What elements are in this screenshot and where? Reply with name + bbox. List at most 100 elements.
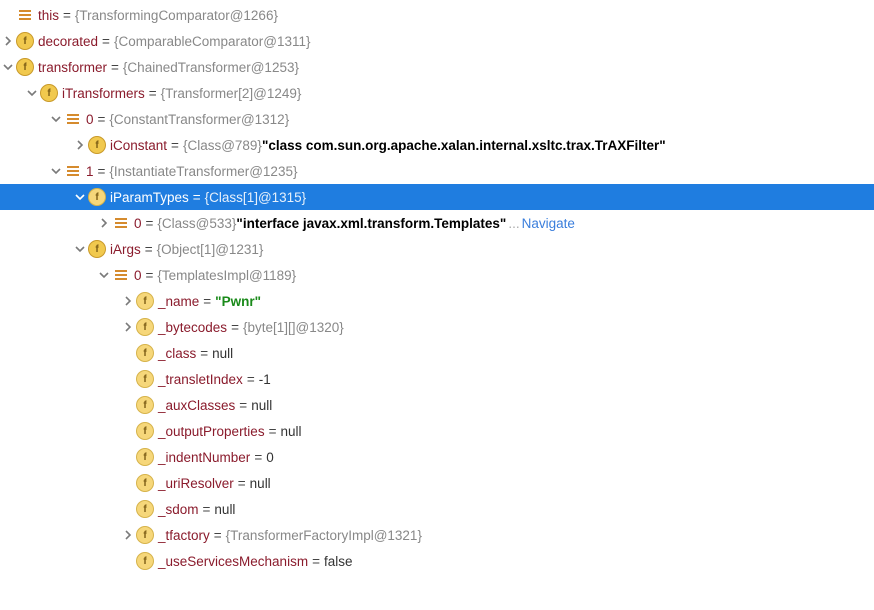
- chevron-down-icon[interactable]: [48, 114, 64, 124]
- variable-name: iArgs: [110, 242, 141, 257]
- tree-row[interactable]: 0={ConstantTransformer@1312}: [0, 106, 874, 132]
- ellipsis: ...: [508, 216, 519, 231]
- primitive-value: null: [280, 424, 301, 439]
- variable-name: 1: [86, 164, 94, 179]
- object-reference: {InstantiateTransformer@1235}: [109, 164, 297, 179]
- tree-row[interactable]: f _uriResolver = null: [0, 470, 874, 496]
- equals-sign: =: [98, 164, 106, 179]
- tree-row[interactable]: ftransformer={ChainedTransformer@1253}: [0, 54, 874, 80]
- chevron-down-icon[interactable]: [96, 270, 112, 280]
- tree-row[interactable]: 1 ={InstantiateTransformer@1235}: [0, 158, 874, 184]
- equals-sign: =: [203, 294, 211, 309]
- equals-sign: =: [203, 502, 211, 517]
- primitive-value: false: [324, 554, 353, 569]
- variable-name: _uriResolver: [158, 476, 234, 491]
- object-reference: {Object[1]@1231}: [157, 242, 264, 257]
- equals-sign: =: [231, 320, 239, 335]
- equals-sign: =: [214, 528, 222, 543]
- tree-row[interactable]: f iParamTypes = {Class[1]@1315}: [0, 184, 874, 210]
- field-icon: f: [40, 84, 58, 102]
- chevron-right-icon[interactable]: [120, 322, 136, 332]
- object-reference: {TemplatesImpl@1189}: [157, 268, 296, 283]
- tree-row[interactable]: f_name="Pwnr": [0, 288, 874, 314]
- tree-row[interactable]: fiConstant={Class@789} "class com.sun.or…: [0, 132, 874, 158]
- equals-sign: =: [269, 424, 277, 439]
- debugger-variables-tree[interactable]: this={TransformingComparator@1266}fdecor…: [0, 2, 874, 574]
- variable-name: iParamTypes: [110, 190, 189, 205]
- chevron-right-icon[interactable]: [0, 36, 16, 46]
- object-reference: {Class@533}: [157, 216, 236, 231]
- object-reference: {ComparableComparator@1311}: [114, 34, 311, 49]
- variable-name: 0: [86, 112, 94, 127]
- string-value: "interface javax.xml.transform.Templates…: [236, 216, 506, 231]
- field-icon: f: [136, 552, 154, 570]
- chevron-down-icon[interactable]: [24, 88, 40, 98]
- tree-row[interactable]: 0={TemplatesImpl@1189}: [0, 262, 874, 288]
- tree-row[interactable]: f_auxClasses=null: [0, 392, 874, 418]
- field-icon: f: [88, 188, 106, 206]
- equals-sign: =: [171, 138, 179, 153]
- chevron-down-icon[interactable]: [72, 192, 88, 202]
- equals-sign: =: [102, 34, 110, 49]
- equals-sign: =: [254, 450, 262, 465]
- tree-row[interactable]: 0={Class@533} "interface javax.xml.trans…: [0, 210, 874, 236]
- field-icon: f: [136, 318, 154, 336]
- navigate-link[interactable]: Navigate: [522, 216, 575, 231]
- string-value: "Pwnr": [215, 294, 261, 309]
- variable-name: _useServicesMechanism: [158, 554, 308, 569]
- tree-row[interactable]: f_sdom=null: [0, 496, 874, 522]
- array-icon: [16, 6, 34, 24]
- field-icon: f: [136, 396, 154, 414]
- variable-name: _class: [158, 346, 196, 361]
- tree-row[interactable]: f_transletIndex=-1: [0, 366, 874, 392]
- equals-sign: =: [193, 190, 201, 205]
- tree-row[interactable]: this={TransformingComparator@1266}: [0, 2, 874, 28]
- field-icon: f: [16, 32, 34, 50]
- chevron-right-icon[interactable]: [96, 218, 112, 228]
- tree-row[interactable]: f_tfactory={TransformerFactoryImpl@1321}: [0, 522, 874, 548]
- object-reference: {ConstantTransformer@1312}: [109, 112, 289, 127]
- variable-name: transformer: [38, 60, 107, 75]
- variable-name: _sdom: [158, 502, 199, 517]
- variable-name: _transletIndex: [158, 372, 243, 387]
- field-icon: f: [88, 240, 106, 258]
- tree-row[interactable]: f_useServicesMechanism=false: [0, 548, 874, 574]
- equals-sign: =: [238, 476, 246, 491]
- tree-row[interactable]: f _indentNumber = 0: [0, 444, 874, 470]
- chevron-down-icon[interactable]: [0, 62, 16, 72]
- tree-row[interactable]: fdecorated={ComparableComparator@1311}: [0, 28, 874, 54]
- tree-row[interactable]: f_bytecodes={byte[1][]@1320}: [0, 314, 874, 340]
- tree-row[interactable]: f_class=null: [0, 340, 874, 366]
- equals-sign: =: [63, 8, 71, 23]
- variable-name: _auxClasses: [158, 398, 235, 413]
- object-reference: {Class@789}: [183, 138, 262, 153]
- primitive-value: 0: [266, 450, 274, 465]
- field-icon: f: [136, 474, 154, 492]
- equals-sign: =: [239, 398, 247, 413]
- chevron-right-icon[interactable]: [120, 296, 136, 306]
- variable-name: this: [38, 8, 59, 23]
- tree-row[interactable]: f_outputProperties=null: [0, 418, 874, 444]
- variable-name: _indentNumber: [158, 450, 250, 465]
- primitive-value: -1: [259, 372, 271, 387]
- chevron-down-icon[interactable]: [72, 244, 88, 254]
- object-reference: {TransformerFactoryImpl@1321}: [226, 528, 422, 543]
- object-reference: {Class[1]@1315}: [205, 190, 307, 205]
- array-icon: [112, 266, 130, 284]
- array-icon: [64, 162, 82, 180]
- object-reference: {Transformer[2]@1249}: [161, 86, 302, 101]
- equals-sign: =: [111, 60, 119, 75]
- chevron-right-icon[interactable]: [120, 530, 136, 540]
- tree-row[interactable]: fiTransformers={Transformer[2]@1249}: [0, 80, 874, 106]
- tree-row[interactable]: fiArgs = {Object[1]@1231}: [0, 236, 874, 262]
- field-icon: f: [136, 526, 154, 544]
- primitive-value: null: [250, 476, 271, 491]
- field-icon: f: [136, 448, 154, 466]
- chevron-right-icon[interactable]: [72, 140, 88, 150]
- field-icon: f: [136, 500, 154, 518]
- equals-sign: =: [145, 242, 153, 257]
- chevron-down-icon[interactable]: [48, 166, 64, 176]
- equals-sign: =: [146, 216, 154, 231]
- field-icon: f: [136, 292, 154, 310]
- field-icon: f: [136, 370, 154, 388]
